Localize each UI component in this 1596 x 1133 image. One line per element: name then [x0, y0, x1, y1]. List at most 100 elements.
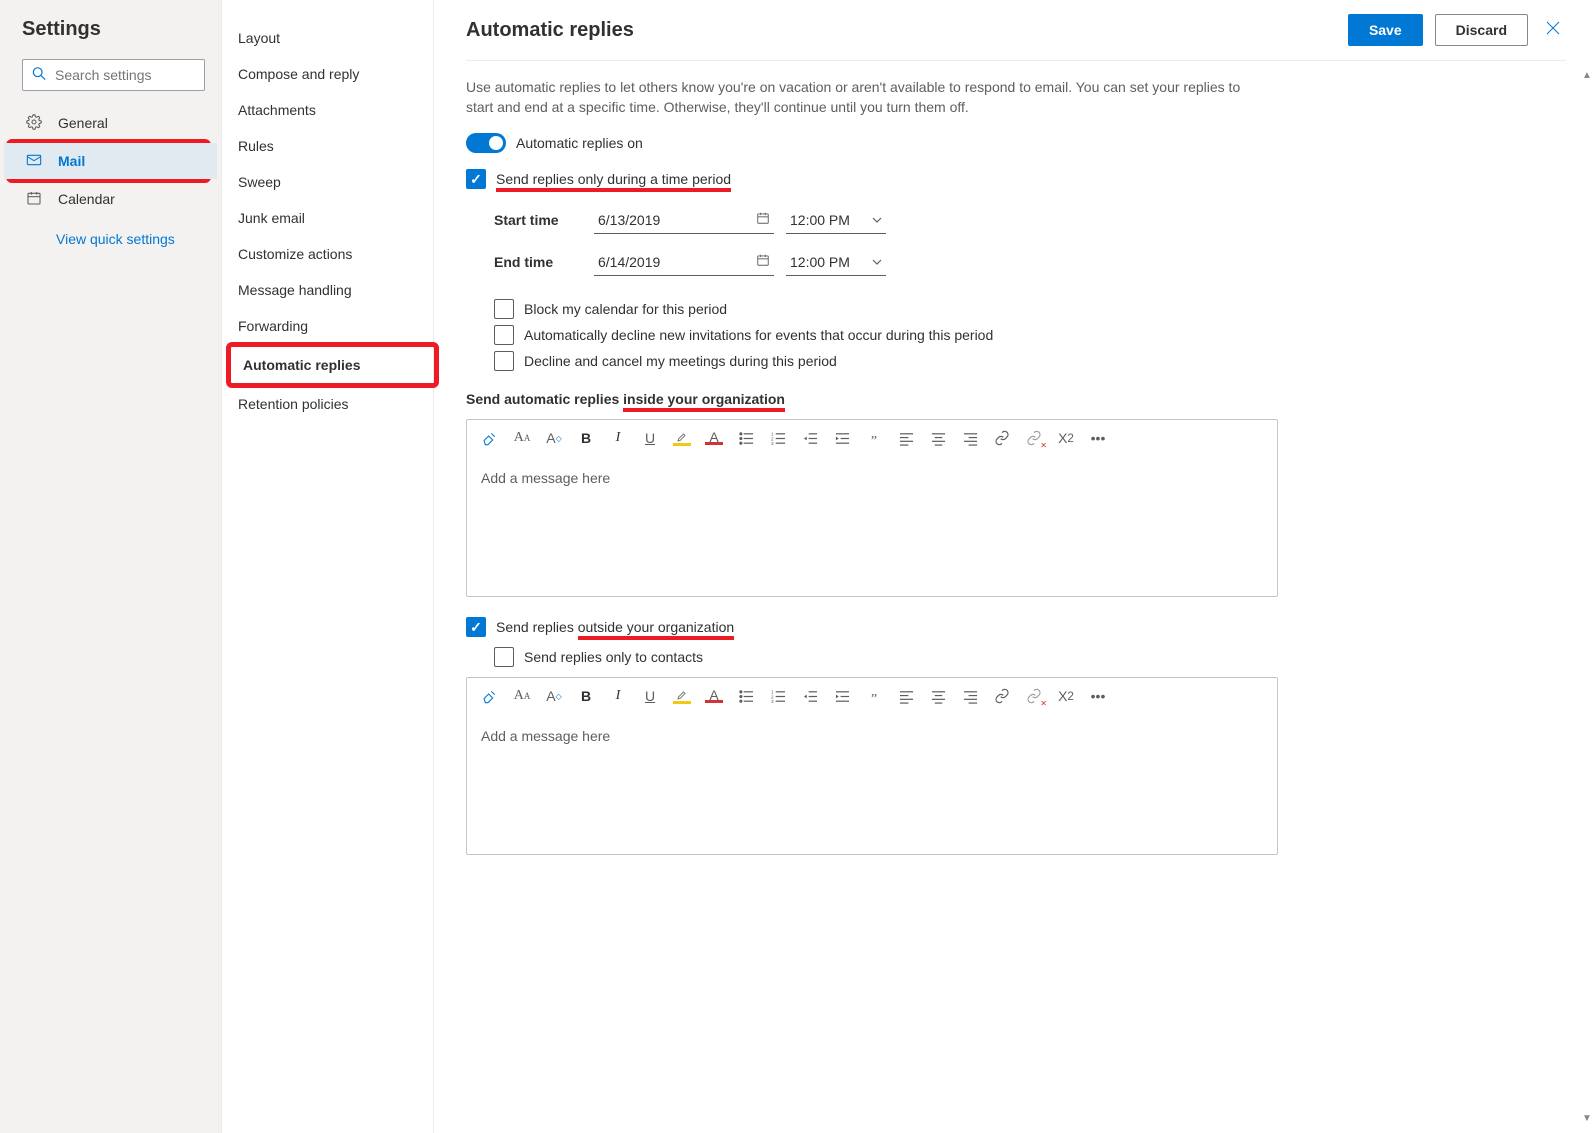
indent-icon[interactable] — [833, 431, 851, 446]
scroll-up-icon[interactable]: ▲ — [1582, 70, 1592, 80]
toggle-label: Automatic replies on — [516, 135, 643, 151]
link-icon[interactable] — [993, 688, 1011, 704]
gear-icon — [26, 114, 44, 133]
view-quick-settings-link[interactable]: View quick settings — [56, 231, 205, 247]
end-time-row: End time 6/14/2019 12:00 PM — [494, 241, 1566, 283]
start-date-input[interactable]: 6/13/2019 — [594, 206, 774, 234]
subnav-attachments[interactable]: Attachments — [238, 92, 433, 128]
inside-org-textarea[interactable]: Add a message here — [467, 456, 1277, 596]
sidebar-item-calendar[interactable]: Calendar — [22, 181, 205, 217]
superscript-icon[interactable]: X2 — [1057, 688, 1075, 704]
font-color-icon[interactable]: A — [705, 432, 723, 445]
font-family-icon[interactable]: AA — [513, 688, 531, 704]
block-calendar-checkbox[interactable] — [494, 299, 514, 319]
decline-new-row: Automatically decline new invitations fo… — [494, 325, 1566, 345]
font-family-icon[interactable]: AA — [513, 430, 531, 446]
settings-subnav: Layout Compose and reply Attachments Rul… — [222, 0, 434, 1133]
align-center-icon[interactable] — [929, 689, 947, 704]
outside-org-label: Send replies outside your organization — [496, 619, 734, 635]
decline-new-checkbox[interactable] — [494, 325, 514, 345]
clear-format-icon[interactable] — [481, 688, 499, 704]
bold-icon[interactable]: B — [577, 430, 595, 446]
quote-icon[interactable]: ” — [865, 692, 883, 708]
font-size-icon[interactable]: A◇ — [545, 688, 563, 704]
end-date-input[interactable]: 6/14/2019 — [594, 248, 774, 276]
outside-org-textarea[interactable]: Add a message here — [467, 714, 1277, 854]
font-color-icon[interactable]: A — [705, 690, 723, 703]
bullets-icon[interactable] — [737, 431, 755, 446]
search-input[interactable] — [22, 59, 205, 91]
underline-icon[interactable]: U — [641, 688, 659, 704]
outside-contacts-checkbox[interactable] — [494, 647, 514, 667]
outside-org-checkbox[interactable] — [466, 617, 486, 637]
more-icon[interactable]: ••• — [1089, 688, 1107, 704]
outdent-icon[interactable] — [801, 689, 819, 704]
automatic-replies-toggle-row: Automatic replies on — [466, 133, 1566, 153]
sidebar-item-label: General — [58, 115, 108, 131]
sidebar-item-label: Calendar — [58, 191, 115, 207]
subnav-compose[interactable]: Compose and reply — [238, 56, 433, 92]
scrollbar[interactable]: ▲ ▼ — [1582, 70, 1592, 1123]
link-icon[interactable] — [993, 430, 1011, 446]
more-icon[interactable]: ••• — [1089, 430, 1107, 446]
highlight-icon[interactable] — [673, 431, 691, 446]
superscript-icon[interactable]: X2 — [1057, 430, 1075, 446]
align-left-icon[interactable] — [897, 689, 915, 704]
align-left-icon[interactable] — [897, 431, 915, 446]
quote-icon[interactable]: ” — [865, 434, 883, 450]
subnav-rules[interactable]: Rules — [238, 128, 433, 164]
underline-icon[interactable]: U — [641, 430, 659, 446]
sidebar-item-general[interactable]: General — [22, 105, 205, 141]
subnav-layout[interactable]: Layout — [238, 20, 433, 56]
sidebar-item-label: Mail — [58, 153, 85, 169]
subnav-customize[interactable]: Customize actions — [238, 236, 433, 272]
svg-text:3: 3 — [771, 441, 774, 446]
align-right-icon[interactable] — [961, 689, 979, 704]
calendar-icon — [756, 253, 770, 270]
clear-format-icon[interactable] — [481, 430, 499, 446]
end-time-label: End time — [494, 254, 594, 270]
editor-toolbar-inside: AA A◇ B I U A 123 ” ✕ X2 ••• — [467, 420, 1277, 456]
scroll-down-icon[interactable]: ▼ — [1582, 1113, 1592, 1123]
bold-icon[interactable]: B — [577, 688, 595, 704]
outside-org-row: Send replies outside your organization — [466, 617, 1566, 637]
subnav-retention[interactable]: Retention policies — [238, 386, 433, 422]
subnav-junk[interactable]: Junk email — [238, 200, 433, 236]
sidebar-item-mail[interactable]: Mail — [4, 143, 217, 179]
font-size-icon[interactable]: A◇ — [545, 430, 563, 446]
outside-contacts-label: Send replies only to contacts — [524, 649, 703, 665]
close-icon[interactable] — [1540, 21, 1566, 40]
time-period-label: Send replies only during a time period — [496, 171, 731, 187]
subnav-forwarding[interactable]: Forwarding — [238, 308, 433, 344]
start-time-select[interactable]: 12:00 PM — [786, 206, 886, 234]
highlight-icon[interactable] — [673, 689, 691, 704]
unlink-icon[interactable]: ✕ — [1025, 688, 1043, 704]
cancel-meetings-checkbox[interactable] — [494, 351, 514, 371]
align-right-icon[interactable] — [961, 431, 979, 446]
time-period-checkbox[interactable] — [466, 169, 486, 189]
chevron-down-icon — [872, 254, 882, 270]
subnav-automatic-replies[interactable]: Automatic replies — [243, 347, 434, 383]
settings-sidebar: Settings General Mail Calendar View quic… — [0, 0, 222, 1133]
numbering-icon[interactable]: 123 — [769, 689, 787, 704]
bullets-icon[interactable] — [737, 689, 755, 704]
mail-icon — [26, 152, 44, 171]
italic-icon[interactable]: I — [609, 688, 627, 704]
outside-org-editor: AA A◇ B I U A 123 ” ✕ X2 ••• Add a messa… — [466, 677, 1278, 855]
numbering-icon[interactable]: 123 — [769, 431, 787, 446]
automatic-replies-toggle[interactable] — [466, 133, 506, 153]
end-time-select[interactable]: 12:00 PM — [786, 248, 886, 276]
inside-org-editor: AA A◇ B I U A 123 ” ✕ X2 ••• Add a messa… — [466, 419, 1278, 597]
align-center-icon[interactable] — [929, 431, 947, 446]
start-time-label: Start time — [494, 212, 594, 228]
indent-icon[interactable] — [833, 689, 851, 704]
italic-icon[interactable]: I — [609, 430, 627, 446]
outdent-icon[interactable] — [801, 431, 819, 446]
discard-button[interactable]: Discard — [1435, 14, 1528, 46]
unlink-icon[interactable]: ✕ — [1025, 430, 1043, 446]
time-grid: Start time 6/13/2019 12:00 PM End time 6… — [494, 199, 1566, 283]
save-button[interactable]: Save — [1348, 14, 1423, 46]
content-header: Automatic replies Save Discard — [466, 14, 1566, 46]
subnav-message-handling[interactable]: Message handling — [238, 272, 433, 308]
subnav-sweep[interactable]: Sweep — [238, 164, 433, 200]
